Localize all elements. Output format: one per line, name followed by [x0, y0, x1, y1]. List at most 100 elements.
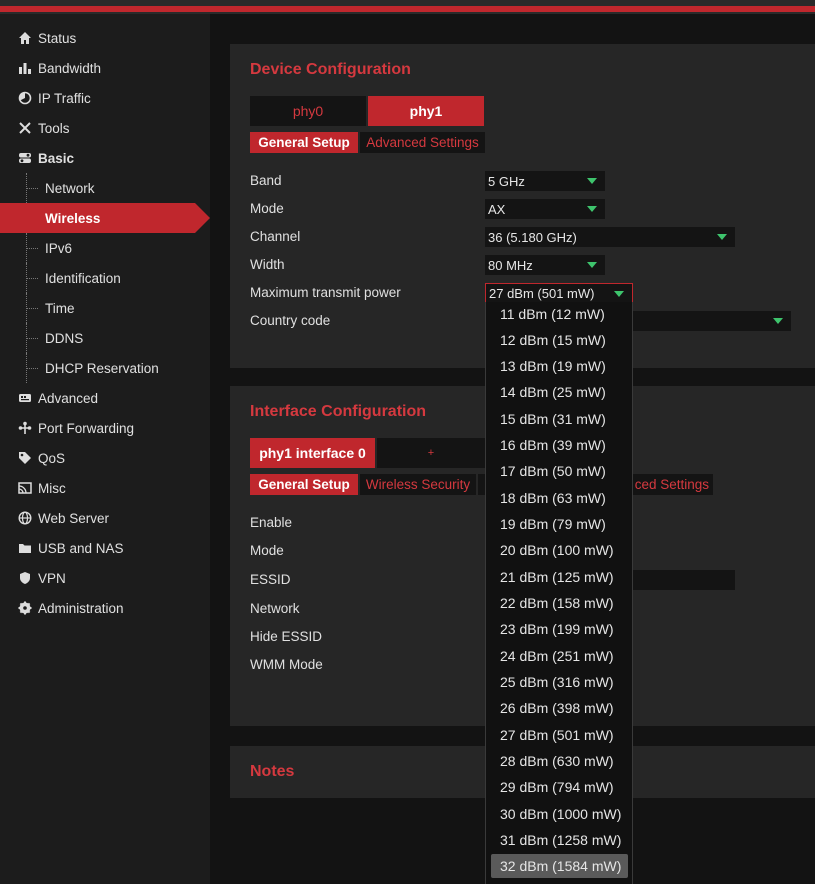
tag-icon — [17, 450, 33, 466]
tree-line — [26, 293, 38, 323]
sidebar-item-label: USB and NAS — [38, 540, 124, 556]
sidebar-subitem-label: Identification — [45, 270, 121, 286]
shield-icon — [17, 570, 33, 586]
sidebar-subitem-label: Network — [45, 180, 95, 196]
dropdown-option[interactable]: 25 dBm (316 mW) — [491, 670, 628, 694]
dropdown-option[interactable]: 18 dBm (63 mW) — [491, 486, 628, 510]
network-label: Network — [250, 601, 300, 616]
sidebar-item-qos[interactable]: QoS — [0, 443, 210, 473]
hide-essid-label: Hide ESSID — [250, 629, 323, 644]
folder-icon — [17, 540, 33, 556]
country-code-label: Country code — [250, 313, 331, 328]
dropdown-option[interactable]: 20 dBm (100 mW) — [491, 538, 628, 562]
interface-config-title: Interface Configuration — [250, 403, 427, 420]
dropdown-option[interactable]: 22 dBm (158 mW) — [491, 591, 628, 615]
dropdown-option[interactable]: 21 dBm (125 mW) — [491, 565, 628, 589]
sidebar-item-ip-traffic[interactable]: IP Traffic — [0, 83, 210, 113]
sidebar-item-tools[interactable]: Tools — [0, 113, 210, 143]
tree-line — [26, 323, 38, 353]
if-mode-label: Mode — [250, 543, 284, 558]
dropdown-option[interactable]: 23 dBm (199 mW) — [491, 617, 628, 641]
chevron-down-icon — [614, 291, 624, 297]
toggle-icon — [17, 150, 33, 166]
add-interface-button[interactable]: + — [377, 438, 485, 468]
tree-line — [26, 353, 38, 383]
sidebar-item-label: Misc — [38, 480, 66, 496]
top-bar — [0, 0, 815, 14]
essid-label: ESSID — [250, 572, 291, 587]
dropdown-option[interactable]: 29 dBm (794 mW) — [491, 775, 628, 799]
sidebar-item-administration[interactable]: Administration — [0, 593, 210, 623]
sidebar-item-label: IP Traffic — [38, 90, 91, 106]
band-select[interactable]: 5 GHz — [485, 171, 605, 191]
subtab-advanced-settings[interactable]: Advanced Settings — [360, 132, 485, 153]
dropdown-option[interactable]: 27 dBm (501 mW) — [491, 723, 628, 747]
dropdown-option[interactable]: 19 dBm (79 mW) — [491, 512, 628, 536]
chevron-down-icon — [773, 318, 783, 324]
dropdown-option[interactable]: 15 dBm (31 mW) — [491, 407, 628, 431]
sidebar-subitem-label: DDNS — [45, 330, 84, 346]
notes-title: Notes — [250, 763, 295, 780]
tab-phy1-interface-0[interactable]: phy1 interface 0 — [250, 438, 375, 468]
channel-value: 36 (5.180 GHz) — [488, 229, 577, 245]
sidebar-item-advanced[interactable]: Advanced — [0, 383, 210, 413]
mode-select[interactable]: AX — [485, 199, 605, 219]
sidebar-subitem-dhcp-reservation[interactable]: DHCP Reservation — [0, 353, 210, 383]
tree-line — [26, 173, 38, 203]
subtab-general-setup[interactable]: General Setup — [250, 132, 358, 153]
sidebar-item-label: VPN — [38, 570, 66, 586]
channel-label: Channel — [250, 229, 301, 244]
sidebar-subitem-label: Wireless — [45, 210, 101, 226]
sidebar-item-label: Bandwidth — [38, 60, 102, 76]
width-value: 80 MHz — [488, 257, 533, 273]
sidebar-item-misc[interactable]: Misc — [0, 473, 210, 503]
dropdown-option[interactable]: 11 dBm (12 mW) — [491, 302, 628, 326]
sidebar-subitem-label: IPv6 — [45, 240, 73, 256]
dropdown-option-selected[interactable]: 32 dBm (1584 mW) — [491, 854, 628, 878]
dropdown-option[interactable]: 13 dBm (19 mW) — [491, 354, 628, 378]
sidebar-item-port-forwarding[interactable]: Port Forwarding — [0, 413, 210, 443]
tx-power-select[interactable]: 27 dBm (501 mW) — [485, 283, 633, 303]
sidebar-item-usb-nas[interactable]: USB and NAS — [0, 533, 210, 563]
dropdown-option[interactable]: 17 dBm (50 mW) — [491, 459, 628, 483]
width-select[interactable]: 80 MHz — [485, 255, 605, 275]
sidebar-item-label: Basic — [38, 150, 75, 166]
tx-power-value: 27 dBm (501 mW) — [489, 285, 595, 301]
sidebar-item-bandwidth[interactable]: Bandwidth — [0, 53, 210, 83]
sidebar-subitem-network[interactable]: Network — [0, 173, 210, 203]
dropdown-option[interactable]: 28 dBm (630 mW) — [491, 749, 628, 773]
gear-icon — [17, 600, 33, 616]
sidebar-subitem-ipv6[interactable]: IPv6 — [0, 233, 210, 263]
sidebar-subitem-identification[interactable]: Identification — [0, 263, 210, 293]
dropdown-option[interactable]: 14 dBm (25 mW) — [491, 380, 628, 404]
subtab-wireless-security[interactable]: Wireless Security — [360, 474, 476, 495]
sidebar-subitem-label: DHCP Reservation — [45, 360, 159, 376]
sidebar-subitem-time[interactable]: Time — [0, 293, 210, 323]
wmm-mode-label: WMM Mode — [250, 657, 323, 672]
sidebar-subitem-ddns[interactable]: DDNS — [0, 323, 210, 353]
sidebar-item-vpn[interactable]: VPN — [0, 563, 210, 593]
bar-chart-icon — [17, 60, 33, 76]
enable-label: Enable — [250, 515, 293, 530]
tx-power-label: Maximum transmit power — [250, 285, 401, 300]
sidebar: Status Bandwidth IP Traffic Tools Basic … — [0, 14, 210, 884]
dropdown-option[interactable]: 24 dBm (251 mW) — [491, 644, 628, 668]
sidebar-item-status[interactable]: Status — [0, 23, 210, 53]
tab-phy0[interactable]: phy0 — [250, 96, 366, 126]
dropdown-option[interactable]: 31 dBm (1258 mW) — [491, 828, 628, 852]
dropdown-option[interactable]: 26 dBm (398 mW) — [491, 696, 628, 720]
dropdown-option[interactable]: 30 dBm (1000 mW) — [491, 802, 628, 826]
sidebar-item-label: Advanced — [38, 390, 99, 406]
dropdown-option[interactable]: 16 dBm (39 mW) — [491, 433, 628, 457]
chevron-down-icon — [717, 234, 727, 240]
sidebar-item-label: Administration — [38, 600, 124, 616]
tx-power-dropdown: 11 dBm (12 mW) 12 dBm (15 mW) 13 dBm (19… — [485, 302, 633, 884]
sidebar-subitem-wireless[interactable]: Wireless — [0, 203, 210, 233]
sidebar-item-web-server[interactable]: Web Server — [0, 503, 210, 533]
dropdown-option[interactable]: 12 dBm (15 mW) — [491, 328, 628, 352]
home-icon — [17, 30, 33, 46]
tab-phy1[interactable]: phy1 — [368, 96, 484, 126]
subtab-if-general-setup[interactable]: General Setup — [250, 474, 358, 495]
sidebar-item-basic[interactable]: Basic — [0, 143, 210, 173]
channel-select[interactable]: 36 (5.180 GHz) — [485, 227, 735, 247]
